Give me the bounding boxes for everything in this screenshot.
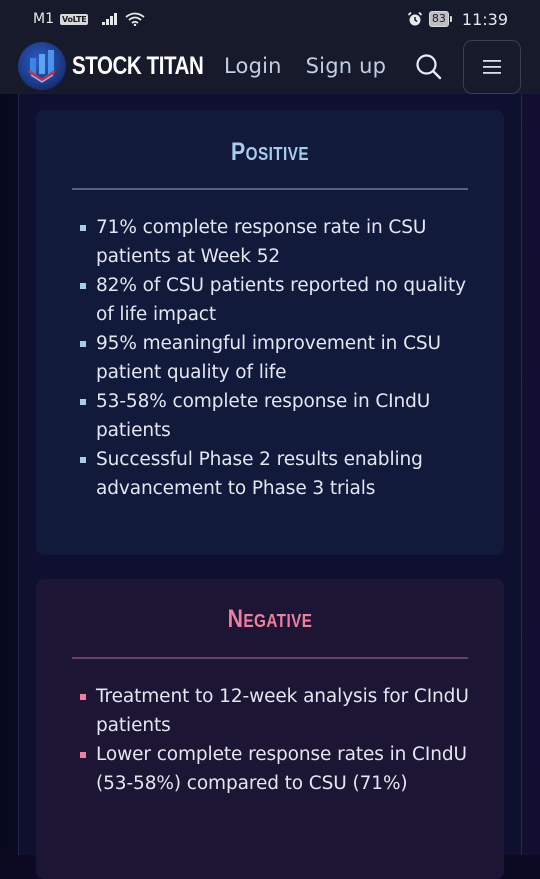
square-bullet-icon bbox=[80, 694, 86, 700]
negative-item: Lower complete response rates in CIndU (… bbox=[80, 740, 480, 798]
brand-name: STOCK TITAN bbox=[72, 51, 204, 80]
content-column: Positive 71% complete response rate in C… bbox=[18, 94, 522, 879]
login-link[interactable]: Login bbox=[224, 54, 282, 78]
search-button[interactable] bbox=[414, 52, 444, 82]
square-bullet-icon bbox=[80, 341, 86, 347]
negative-card: Negative Treatment to 12-week analysis f… bbox=[36, 579, 504, 879]
positive-item: 82% of CSU patients reported no quality … bbox=[80, 271, 480, 329]
negative-item: Treatment to 12-week analysis for CIndU … bbox=[80, 682, 480, 740]
page-body: Positive 71% complete response rate in C… bbox=[0, 94, 540, 879]
square-bullet-icon bbox=[80, 399, 86, 405]
square-bullet-icon bbox=[80, 283, 86, 289]
menu-button[interactable] bbox=[463, 40, 521, 94]
square-bullet-icon bbox=[80, 225, 86, 231]
status-bar: M1 VoLTE 83 11:39 bbox=[0, 0, 540, 38]
positive-item-text: 82% of CSU patients reported no quality … bbox=[96, 275, 466, 325]
navbar: STOCK TITAN Login Sign up bbox=[0, 38, 540, 94]
positive-item-text: 53-58% complete response in CIndU patien… bbox=[96, 391, 431, 441]
negative-item-text: Treatment to 12-week analysis for CIndU … bbox=[96, 686, 469, 736]
negative-list: Treatment to 12-week analysis for CIndU … bbox=[80, 682, 480, 798]
signal-icon bbox=[102, 13, 117, 25]
positive-item: 95% meaningful improvement in CSU patien… bbox=[80, 329, 480, 387]
square-bullet-icon bbox=[80, 457, 86, 463]
positive-item: 71% complete response rate in CSU patien… bbox=[80, 213, 480, 271]
negative-title: Negative bbox=[227, 605, 313, 633]
positive-item: 53-58% complete response in CIndU patien… bbox=[80, 387, 480, 445]
alarm-icon bbox=[407, 11, 423, 26]
clock: 11:39 bbox=[461, 9, 508, 29]
logo-mark-icon bbox=[18, 42, 66, 90]
hamburger-menu-icon bbox=[483, 60, 501, 74]
positive-card: Positive 71% complete response rate in C… bbox=[36, 110, 504, 555]
search-icon bbox=[416, 54, 442, 80]
positive-title: Positive bbox=[231, 138, 309, 166]
square-bullet-icon bbox=[80, 752, 86, 758]
carrier-label: M1 bbox=[33, 11, 54, 27]
positive-divider bbox=[72, 188, 468, 190]
brand-logo[interactable]: STOCK TITAN bbox=[18, 42, 232, 90]
negative-item-text: Lower complete response rates in CIndU (… bbox=[96, 744, 467, 794]
positive-item-text: 95% meaningful improvement in CSU patien… bbox=[96, 333, 441, 383]
positive-item-text: Successful Phase 2 results enabling adva… bbox=[96, 449, 423, 499]
battery-icon: 83 bbox=[428, 11, 452, 27]
status-left: M1 VoLTE bbox=[33, 11, 145, 27]
status-right: 83 11:39 bbox=[407, 10, 508, 29]
positive-item-text: 71% complete response rate in CSU patien… bbox=[96, 217, 427, 267]
negative-divider bbox=[72, 657, 468, 659]
positive-list: 71% complete response rate in CSU patien… bbox=[80, 213, 480, 503]
signup-link[interactable]: Sign up bbox=[306, 54, 387, 78]
wifi-icon bbox=[125, 12, 145, 26]
volte-badge: VoLTE bbox=[60, 13, 89, 25]
positive-item: Successful Phase 2 results enabling adva… bbox=[80, 445, 480, 503]
battery-level: 83 bbox=[428, 11, 449, 27]
nav-links: Login Sign up bbox=[224, 38, 410, 94]
